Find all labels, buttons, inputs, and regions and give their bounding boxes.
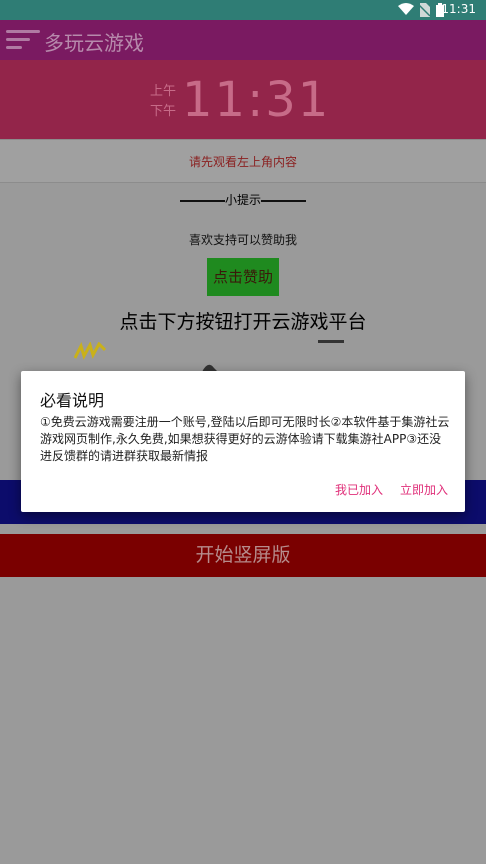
portrait-start-button[interactable]: 开始竖屏版: [0, 534, 486, 577]
tip-text: 小提示: [224, 193, 261, 207]
dialog-title: 必看说明: [40, 391, 105, 410]
am-pm-label: 上午 下午: [150, 82, 176, 122]
support-text: 喜欢支持可以赞助我: [188, 233, 297, 247]
divider: [179, 199, 225, 202]
no-sim-icon: [418, 3, 430, 17]
app-title: 多玩云游戏: [44, 31, 144, 55]
headline: 点击下方按钮打开云游戏平台: [119, 311, 367, 333]
menu-icon[interactable]: [6, 30, 40, 52]
join-now-button[interactable]: 立即加入: [400, 481, 448, 498]
notice-banner: 请先观看左上角内容: [0, 139, 486, 183]
status-time: 11:31: [441, 2, 476, 16]
app-bar: 多玩云游戏: [0, 20, 486, 60]
dialog-body: ①免费云游戏需要注册一个账号,登陆以后即可无限时长②本软件基于集游社云游戏网页制…: [40, 415, 450, 463]
clock-time: 11:31: [182, 72, 331, 128]
am-label: 上午: [150, 84, 177, 99]
divider: [261, 199, 306, 202]
wifi-icon: [398, 3, 414, 15]
pm-label: 下午: [150, 104, 177, 119]
notice-text: 请先观看左上角内容: [188, 155, 297, 169]
decoration: [318, 340, 344, 343]
clock-widget: 上午 下午 11:31: [0, 60, 486, 139]
logo-icon: [74, 342, 106, 360]
joined-button[interactable]: 我已加入: [335, 481, 383, 498]
status-bar: 11:31: [0, 0, 486, 20]
donate-button[interactable]: 点击赞助: [207, 258, 279, 296]
tip-heading: 小提示: [178, 191, 308, 208]
notice-dialog: 必看说明 ①免费云游戏需要注册一个账号,登陆以后即可无限时长②本软件基于集游社云…: [21, 371, 465, 512]
